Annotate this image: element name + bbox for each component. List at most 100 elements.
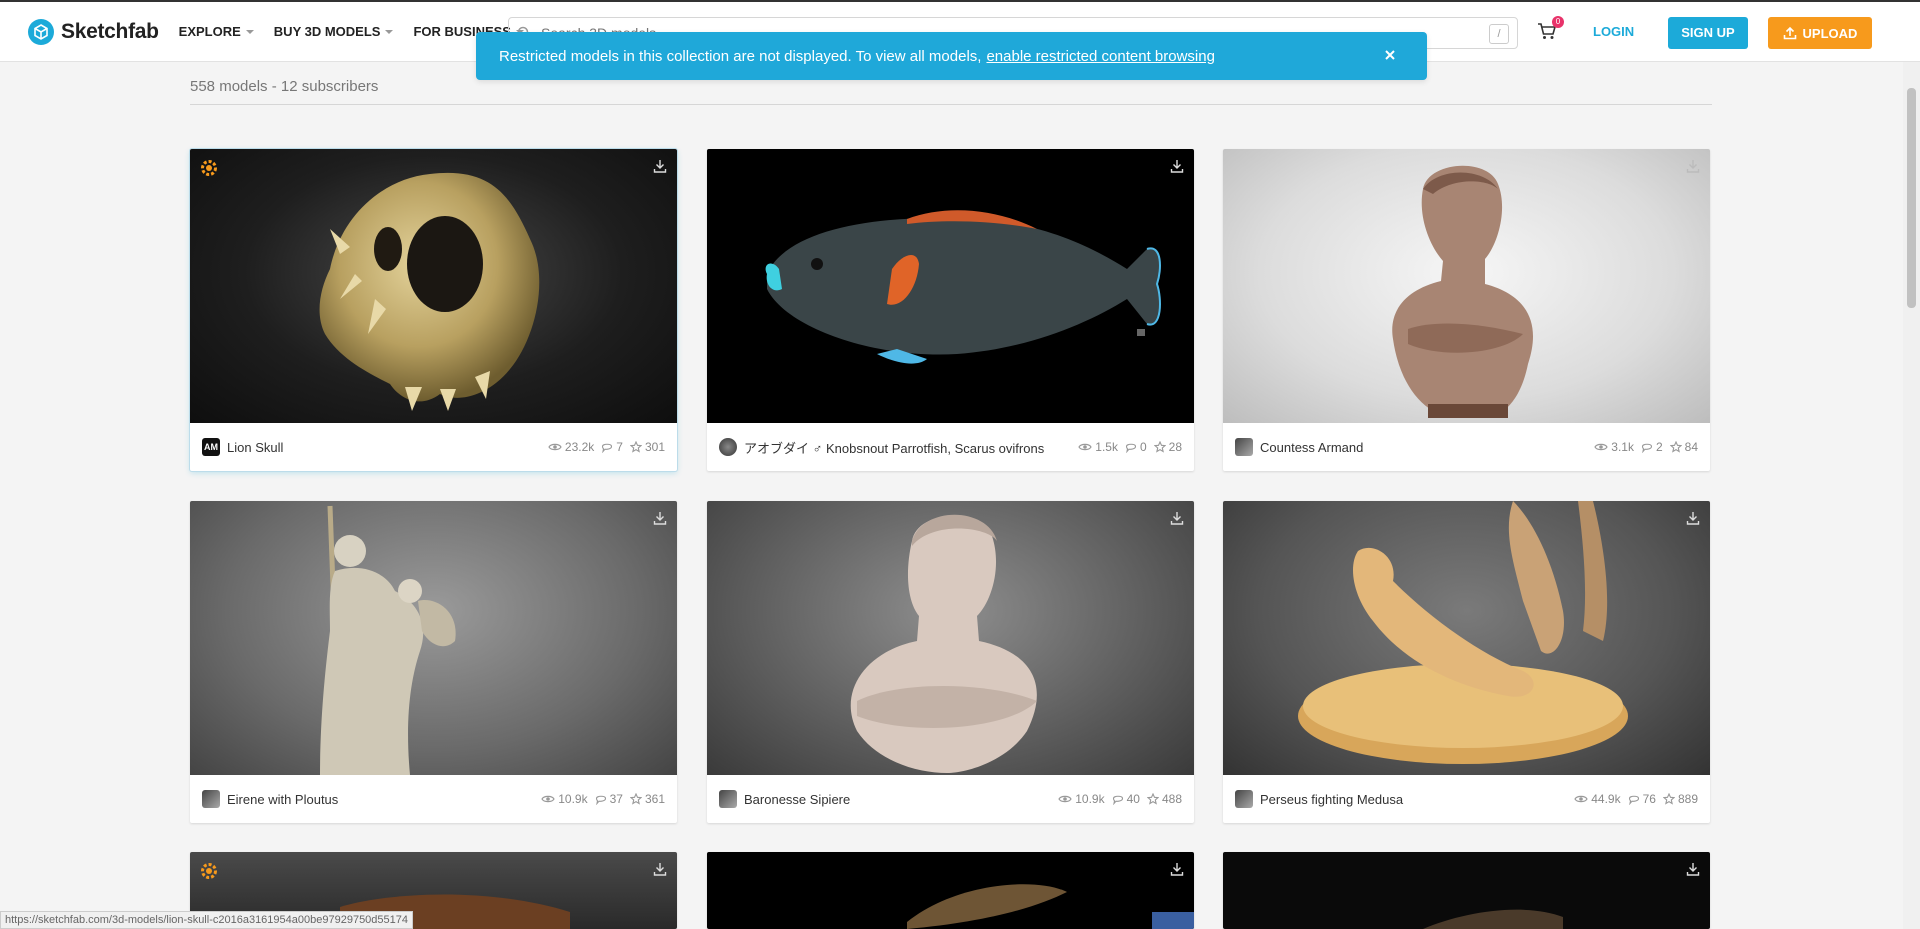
- enable-restricted-link[interactable]: enable restricted content browsing: [986, 48, 1214, 65]
- download-icon[interactable]: [1170, 159, 1184, 173]
- model-card[interactable]: [707, 852, 1194, 929]
- sketchfab-logo[interactable]: Sketchfab: [28, 18, 159, 45]
- eye-icon: [1594, 443, 1608, 451]
- card-footer: アオブダイ ♂ Knobsnout Parrotfish, Scarus ovi…: [707, 423, 1194, 471]
- comment-icon: [1112, 795, 1123, 805]
- card-footer: AM Lion Skull 23.2k 7 301: [190, 423, 677, 471]
- page-scrollbar[interactable]: [1903, 62, 1920, 929]
- card-footer: Eirene with Ploutus 10.9k 37 361: [190, 775, 677, 823]
- parrotfish-image: [765, 210, 1161, 364]
- eye-icon: [541, 795, 555, 803]
- avatar[interactable]: [1235, 790, 1253, 808]
- model-thumbnail[interactable]: [1223, 501, 1710, 775]
- comment-count: 0: [1125, 440, 1147, 454]
- view-count: 3.1k: [1594, 440, 1634, 454]
- eye-icon: [1078, 443, 1092, 451]
- download-icon[interactable]: [1170, 862, 1184, 876]
- model-preview-image: [1423, 909, 1563, 929]
- avatar[interactable]: [1235, 438, 1253, 456]
- comment-count-text: 40: [1126, 792, 1140, 806]
- like-count: 28: [1153, 440, 1182, 454]
- model-name[interactable]: Baronesse Sipiere: [744, 792, 1051, 807]
- nav-buy-label: BUY 3D MODELS: [273, 24, 381, 39]
- signup-button[interactable]: SIGN UP: [1668, 17, 1748, 49]
- nav-explore[interactable]: EXPLORE: [179, 24, 254, 39]
- model-name[interactable]: Countess Armand: [1260, 440, 1587, 455]
- model-card[interactable]: Eirene with Ploutus 10.9k 37 361: [190, 501, 677, 823]
- model-card[interactable]: [1223, 852, 1710, 929]
- view-count: 10.9k: [541, 792, 588, 806]
- card-footer: Baronesse Sipiere 10.9k 40 488: [707, 775, 1194, 823]
- model-name[interactable]: Eirene with Ploutus: [227, 792, 534, 807]
- model-card[interactable]: Baronesse Sipiere 10.9k 40 488: [707, 501, 1194, 823]
- divider: [190, 104, 1712, 105]
- comment-count-text: 7: [616, 440, 623, 454]
- logo-text: Sketchfab: [61, 19, 159, 43]
- comment-count: 76: [1628, 792, 1656, 806]
- comment-count: 2: [1641, 440, 1663, 454]
- star-icon: [629, 793, 642, 805]
- comment-icon: [1125, 443, 1137, 453]
- avatar[interactable]: [719, 438, 737, 456]
- model-thumbnail[interactable]: [707, 149, 1194, 423]
- model-name[interactable]: アオブダイ ♂ Knobsnout Parrotfish, Scarus ovi…: [744, 438, 1071, 457]
- model-thumbnail[interactable]: [707, 852, 1194, 929]
- comment-icon: [1641, 443, 1653, 453]
- comment-icon: [1628, 795, 1639, 805]
- card-footer: Countess Armand 3.1k 2 84: [1223, 423, 1710, 471]
- comment-count-text: 2: [1655, 440, 1663, 454]
- like-count-text: 889: [1677, 792, 1698, 806]
- view-count: 23.2k: [548, 440, 594, 454]
- view-count-text: 3.1k: [1611, 440, 1634, 454]
- download-icon[interactable]: [653, 511, 667, 525]
- upload-label: UPLOAD: [1802, 25, 1858, 41]
- lion-skull-image: [319, 172, 540, 411]
- model-thumbnail[interactable]: [707, 501, 1194, 775]
- download-icon[interactable]: [653, 159, 667, 173]
- model-card[interactable]: Countess Armand 3.1k 2 84: [1223, 149, 1710, 471]
- like-count: 84: [1669, 440, 1698, 454]
- upload-icon: [1783, 26, 1796, 40]
- download-icon[interactable]: [653, 862, 667, 876]
- like-count-text: 361: [644, 792, 665, 806]
- like-count: 488: [1146, 792, 1182, 806]
- avatar[interactable]: [719, 790, 737, 808]
- comment-count: 40: [1112, 792, 1140, 806]
- download-icon[interactable]: [1686, 511, 1700, 525]
- view-count-text: 10.9k: [1075, 792, 1105, 806]
- baronesse-sipiere-image: [850, 514, 1037, 773]
- download-icon[interactable]: [1170, 511, 1184, 525]
- like-count: 889: [1662, 792, 1698, 806]
- sketchfab-logo-icon: [28, 18, 54, 45]
- nav-buy-3d-models[interactable]: BUY 3D MODELS: [274, 24, 394, 39]
- model-card[interactable]: アオブダイ ♂ Knobsnout Parrotfish, Scarus ovi…: [707, 149, 1194, 471]
- card-footer: Perseus fighting Medusa 44.9k 76 889: [1223, 775, 1710, 823]
- like-count-text: 84: [1684, 440, 1698, 454]
- model-thumbnail[interactable]: [1223, 149, 1710, 423]
- download-icon[interactable]: [1686, 159, 1700, 173]
- model-card[interactable]: Perseus fighting Medusa 44.9k 76 889: [1223, 501, 1710, 823]
- like-count: 361: [629, 792, 665, 806]
- model-thumbnail[interactable]: [190, 149, 677, 423]
- close-icon[interactable]: [1383, 48, 1397, 62]
- eye-icon: [1574, 795, 1588, 803]
- eye-icon: [1058, 795, 1072, 803]
- avatar[interactable]: AM: [202, 438, 220, 456]
- gear-icon: [201, 863, 217, 879]
- model-thumbnail[interactable]: [1223, 852, 1710, 929]
- download-icon[interactable]: [1686, 862, 1700, 876]
- model-name[interactable]: Perseus fighting Medusa: [1260, 792, 1567, 807]
- upload-button[interactable]: UPLOAD: [1768, 17, 1872, 49]
- view-count-text: 10.9k: [558, 792, 588, 806]
- comment-count-text: 0: [1139, 440, 1147, 454]
- cart-button[interactable]: 0: [1536, 16, 1564, 46]
- star-icon: [1153, 441, 1166, 453]
- login-button[interactable]: LOGIN: [1593, 24, 1634, 39]
- chevron-down-icon: [385, 29, 394, 34]
- cart-badge: 0: [1552, 16, 1564, 28]
- model-thumbnail[interactable]: [190, 501, 677, 775]
- model-card[interactable]: AM Lion Skull 23.2k 7 301: [190, 149, 677, 471]
- model-name[interactable]: Lion Skull: [227, 440, 541, 455]
- scrollbar-thumb[interactable]: [1907, 88, 1916, 308]
- avatar[interactable]: [202, 790, 220, 808]
